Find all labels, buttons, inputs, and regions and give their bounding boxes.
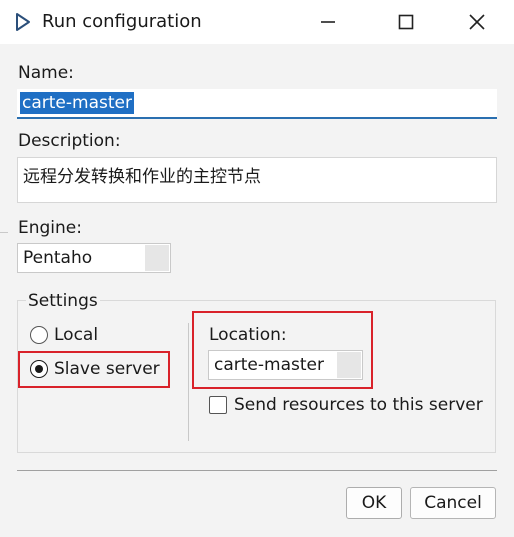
local-radio-option[interactable]: Local — [30, 325, 98, 345]
engine-select[interactable]: Pentaho — [17, 243, 171, 273]
send-resources-checkbox[interactable] — [209, 396, 227, 414]
dropdown-arrow-icon — [337, 352, 361, 378]
settings-label: Settings — [26, 291, 100, 311]
minimize-icon — [321, 21, 335, 23]
ok-button[interactable]: OK — [346, 487, 402, 519]
cancel-button[interactable]: Cancel — [410, 487, 496, 519]
send-resources-label: Send resources to this server — [234, 395, 483, 415]
dropdown-arrow-icon — [145, 245, 169, 271]
description-label: Description: — [18, 131, 121, 151]
location-value: carte-master — [214, 355, 324, 375]
local-label: Local — [54, 325, 99, 345]
location-select[interactable]: carte-master — [208, 350, 363, 380]
minimize-button[interactable] — [312, 8, 344, 36]
name-field[interactable]: carte-master — [17, 89, 497, 119]
name-label: Name: — [18, 63, 74, 83]
name-value: carte-master — [20, 92, 134, 114]
maximize-button[interactable] — [390, 8, 422, 36]
play-triangle-icon — [14, 11, 32, 33]
description-field[interactable]: 远程分发转换和作业的主控节点 — [17, 157, 497, 203]
description-value: 远程分发转换和作业的主控节点 — [23, 167, 261, 187]
slave-radio[interactable] — [30, 360, 48, 378]
local-radio[interactable] — [30, 326, 48, 344]
close-button[interactable] — [461, 8, 493, 36]
engine-label: Engine: — [18, 218, 82, 238]
maximize-icon — [398, 14, 414, 30]
close-icon — [469, 14, 485, 30]
window-title: Run configuration — [42, 11, 202, 32]
engine-value: Pentaho — [23, 248, 93, 268]
divider — [0, 232, 8, 233]
footer-divider — [17, 470, 497, 471]
slave-label: Slave server — [54, 359, 160, 379]
send-resources-option[interactable]: Send resources to this server — [209, 395, 483, 415]
slave-radio-option[interactable]: Slave server — [30, 359, 160, 379]
settings-separator — [188, 323, 189, 441]
location-label: Location: — [209, 325, 287, 345]
